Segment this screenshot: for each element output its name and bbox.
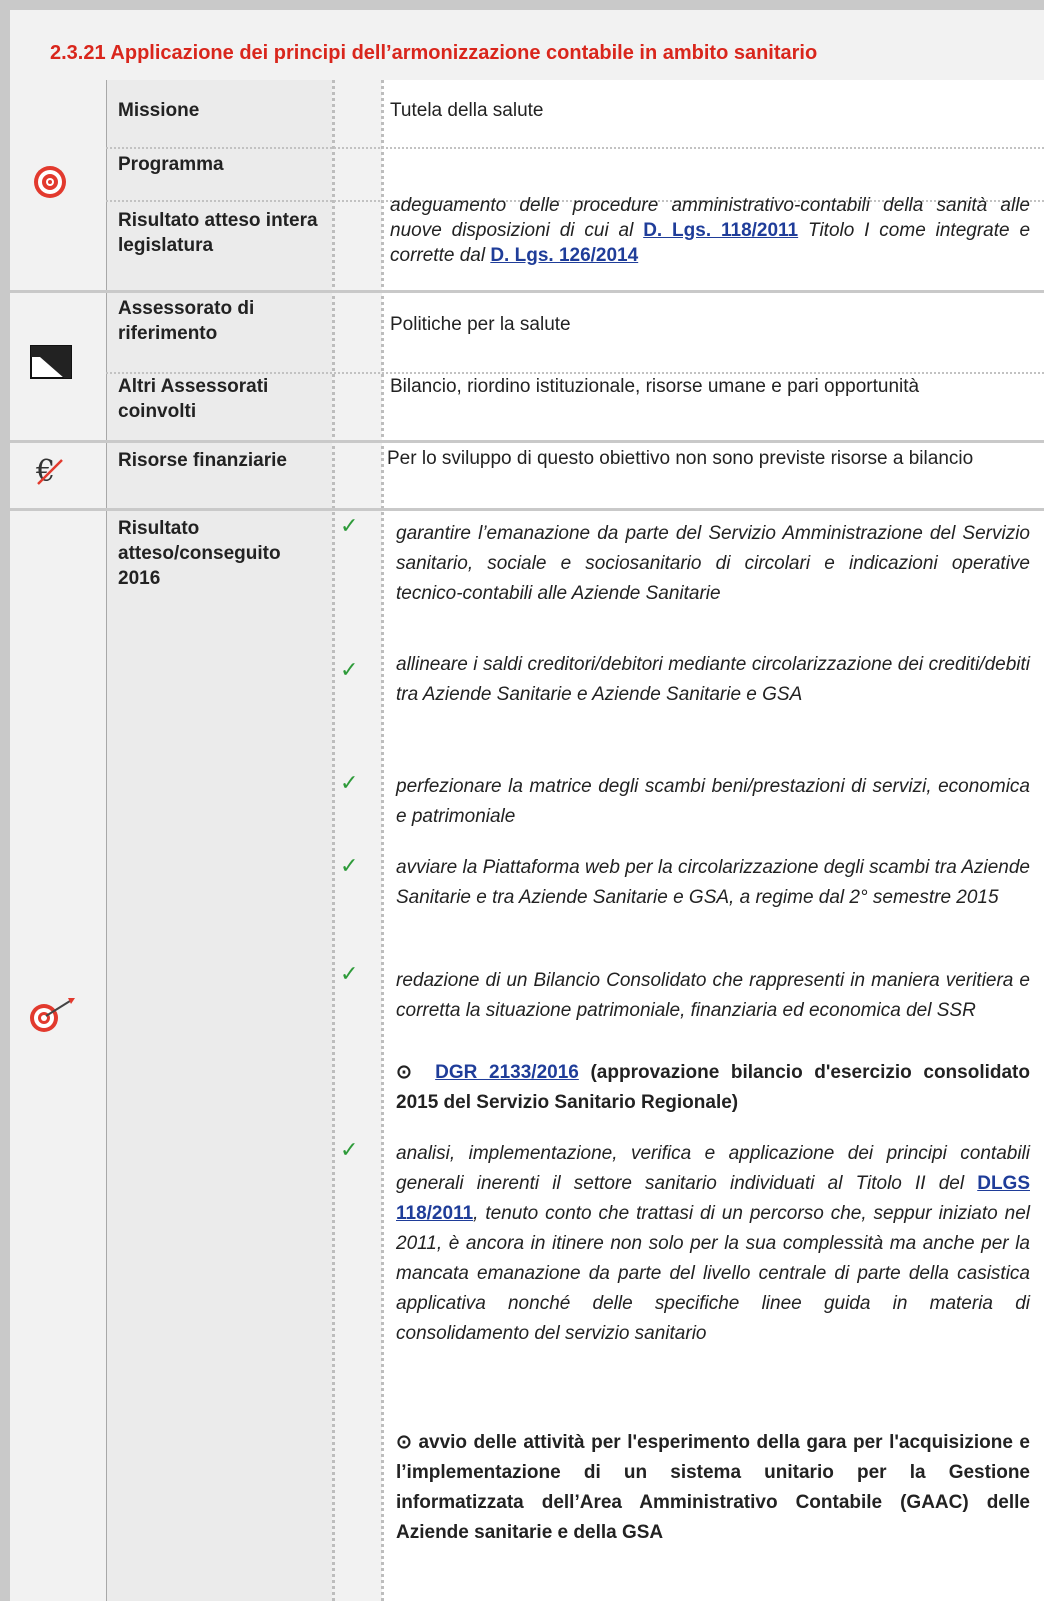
text: analisi, implementazione, verifica e app… [396, 1143, 1030, 1194]
section-separator [10, 290, 1044, 293]
link-dlgs-118-2011[interactable]: D. Lgs. 118/2011 [643, 220, 798, 241]
check-icon: ✓ [340, 1137, 359, 1162]
value-altri-assessorati: Bilancio, riordino istituzionale, risors… [390, 376, 920, 397]
check-icon: ✓ [340, 513, 359, 538]
divider [332, 80, 335, 1601]
check-icon: ✓ [340, 770, 359, 795]
euro-icon: € [35, 454, 63, 488]
text: , tenuto conto che trattasi di un percor… [396, 1203, 1030, 1344]
check-icon: ✓ [340, 657, 359, 682]
value-missione: Tutela della salute [390, 100, 544, 121]
list-item: redazione di un Bilancio Consolidato che… [396, 970, 1030, 1021]
value-risultato-legislatura: adeguamento delle procedure amministrati… [390, 193, 1030, 268]
label-risultato-legislatura: Risultato atteso intera legislatura [118, 210, 318, 256]
value-assessorato: Politiche per la salute [390, 314, 571, 335]
bullet-icon: ⊙ [396, 1432, 412, 1453]
label-risorse: Risorse finanziarie [118, 450, 287, 471]
link-dlgs-126-2014[interactable]: D. Lgs. 126/2014 [490, 245, 638, 266]
divider [106, 80, 107, 1601]
label-altri-assessorati: Altri Assessorati coinvolti [118, 376, 269, 422]
value-column [382, 80, 1044, 1601]
target-icon [34, 166, 66, 198]
list-item: allineare i saldi creditori/debitori med… [396, 654, 1030, 705]
flag-icon [30, 345, 72, 379]
list-item: analisi, implementazione, verifica e app… [396, 1139, 1030, 1349]
label-missione: Missione [118, 100, 200, 121]
page-title: 2.3.21 Applicazione dei principi dell’ar… [50, 42, 818, 64]
list-item-outcome: ⊙ avvio delle attività per l'esperimento… [396, 1428, 1030, 1548]
bullet-icon: ⊙ [396, 1062, 412, 1083]
divider [106, 147, 1044, 149]
divider [381, 80, 384, 1601]
check-icon: ✓ [340, 961, 359, 986]
label-programma: Programma [118, 154, 224, 175]
list-item: avviare la Piattaforma web per la circol… [396, 857, 1030, 908]
label-assessorato: Assessorato di riferimento [118, 298, 255, 344]
target-dart-icon [30, 998, 75, 1032]
label-risultato-2016: Risultato atteso/conseguito 2016 [118, 518, 281, 589]
text: avvio delle attività per l'esperimento d… [396, 1432, 1030, 1543]
section-separator [10, 440, 1044, 443]
section-separator [10, 508, 1044, 511]
document-page: 2.3.21 Applicazione dei principi dell’ar… [0, 0, 1044, 1601]
check-icon: ✓ [340, 853, 359, 878]
link-dgr-2133-2016[interactable]: DGR 2133/2016 [435, 1062, 579, 1083]
label-column [106, 511, 332, 1601]
list-item-outcome: ⊙ DGR 2133/2016 (approvazione bilancio d… [396, 1058, 1030, 1118]
list-item: garantire l’emanazione da parte del Serv… [396, 523, 1030, 604]
list-item: perfezionare la matrice degli scambi ben… [396, 776, 1030, 827]
value-risorse: Per lo sviluppo di questo obiettivo non … [387, 448, 974, 469]
